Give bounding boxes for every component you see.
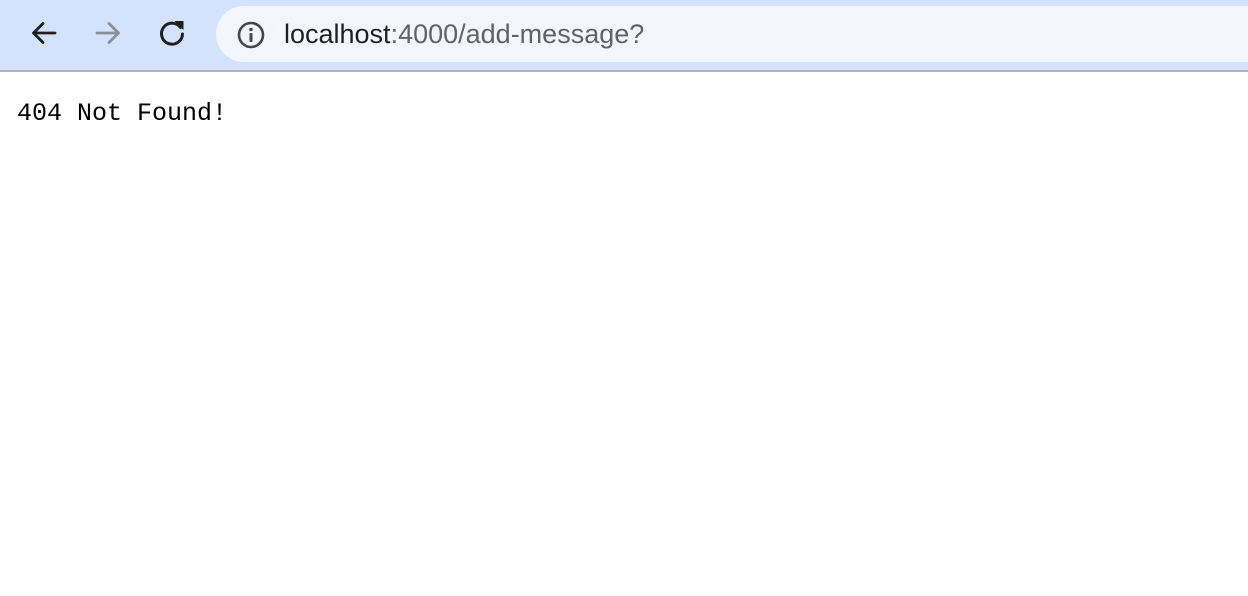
site-info-button[interactable]: [236, 20, 266, 50]
reload-icon: [160, 21, 184, 46]
arrow-left-icon: [32, 22, 57, 44]
address-bar[interactable]: localhost:4000/add-message?: [216, 6, 1248, 62]
browser-toolbar: localhost:4000/add-message?: [0, 0, 1248, 72]
url-text[interactable]: localhost:4000/add-message?: [284, 18, 644, 50]
back-button[interactable]: [24, 13, 64, 53]
url-host: localhost: [284, 19, 391, 49]
arrow-right-icon: [95, 22, 120, 44]
info-circle-icon: [237, 21, 265, 49]
forward-button[interactable]: [88, 13, 128, 53]
reload-button[interactable]: [152, 13, 192, 53]
url-path: :4000/add-message?: [390, 19, 645, 49]
error-message: 404 Not Found!: [17, 99, 228, 128]
